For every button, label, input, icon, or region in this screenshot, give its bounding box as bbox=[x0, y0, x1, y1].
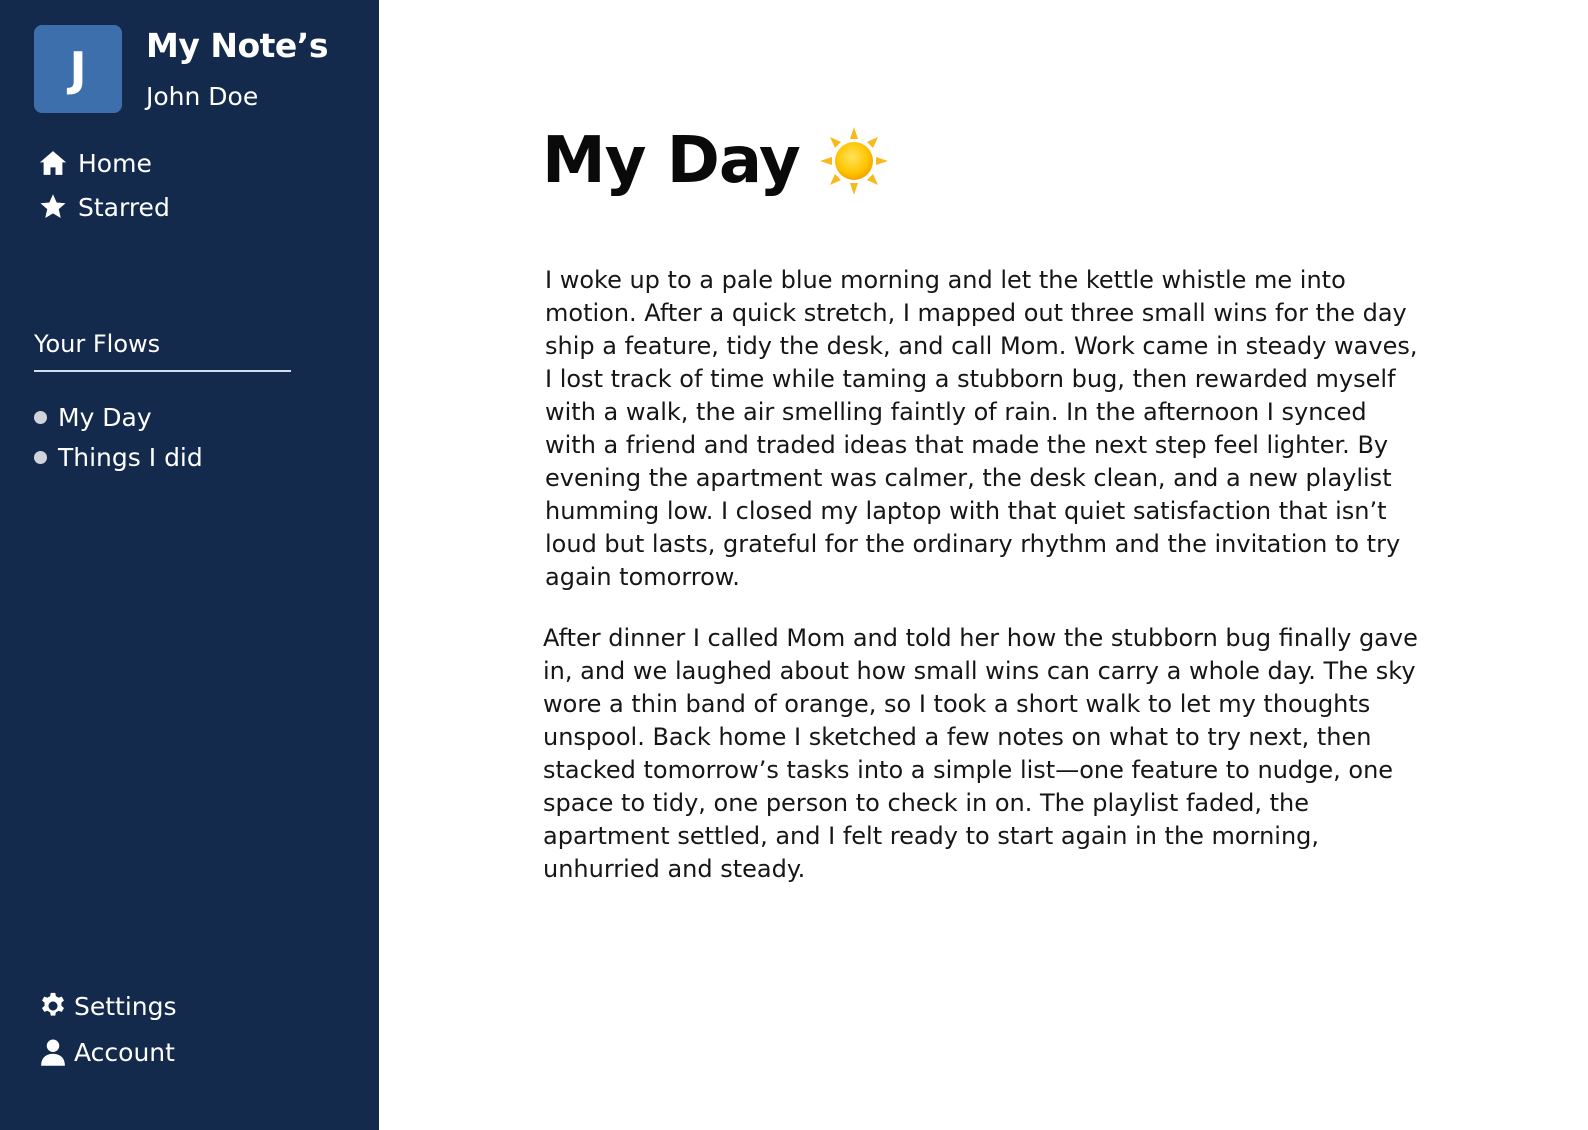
sidebar-item-label: Home bbox=[78, 148, 152, 178]
sun-icon bbox=[818, 125, 890, 197]
flow-item-my-day[interactable]: My Day bbox=[34, 403, 152, 432]
flow-item-things-i-did[interactable]: Things I did bbox=[34, 443, 203, 472]
sidebar-item-starred[interactable]: Starred bbox=[38, 192, 170, 222]
sidebar-item-label: Account bbox=[74, 1037, 175, 1067]
sidebar-item-account[interactable]: Account bbox=[38, 1037, 175, 1067]
bullet-icon bbox=[34, 411, 47, 424]
flows-heading: Your Flows bbox=[34, 330, 161, 358]
home-icon bbox=[38, 148, 68, 178]
avatar-letter: J bbox=[69, 42, 87, 96]
flow-item-label: My Day bbox=[58, 403, 152, 432]
user-icon bbox=[38, 1037, 68, 1067]
sidebar: J My Note’s John Doe Home Starred Your F… bbox=[0, 0, 379, 1130]
page-title: My Day bbox=[542, 124, 890, 198]
flows-divider bbox=[34, 370, 291, 372]
sidebar-item-label: Settings bbox=[74, 991, 177, 1021]
app-title: My Note’s bbox=[146, 26, 328, 65]
note-content: My Day I woke up to a pale blue morning … bbox=[379, 0, 1588, 1130]
sidebar-item-settings[interactable]: Settings bbox=[38, 991, 177, 1021]
bullet-icon bbox=[34, 451, 47, 464]
star-icon bbox=[38, 192, 68, 222]
gear-icon bbox=[38, 991, 68, 1021]
flow-item-label: Things I did bbox=[58, 443, 203, 472]
sidebar-item-label: Starred bbox=[78, 192, 170, 222]
app-window: J My Note’s John Doe Home Starred Your F… bbox=[0, 0, 1588, 1130]
note-paragraph: After dinner I called Mom and told her h… bbox=[543, 624, 1418, 883]
user-name: John Doe bbox=[146, 82, 259, 111]
page-title-text: My Day bbox=[542, 124, 801, 198]
sidebar-item-home[interactable]: Home bbox=[38, 148, 152, 178]
note-paragraph: I woke up to a pale blue morning and let… bbox=[545, 266, 1418, 591]
avatar[interactable]: J bbox=[34, 25, 122, 113]
